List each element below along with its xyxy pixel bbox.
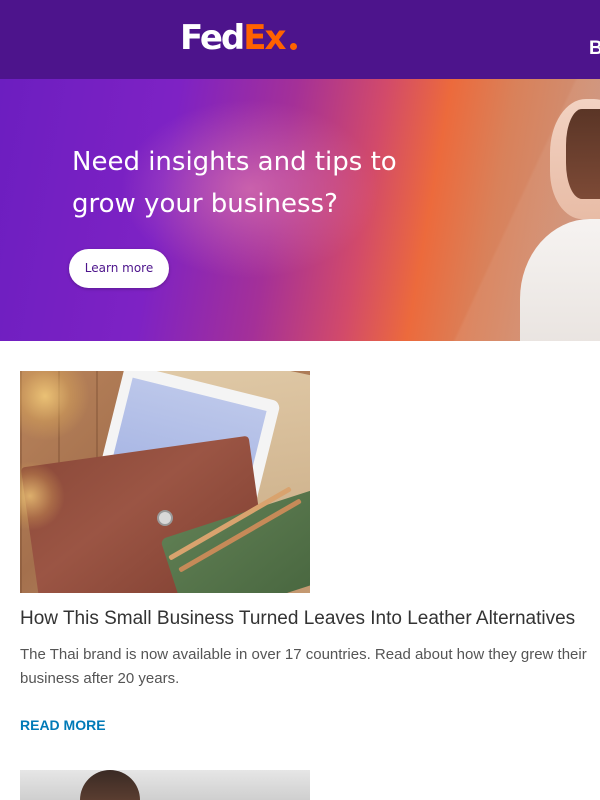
- hero-banner[interactable]: Need insights and tips to grow your busi…: [0, 79, 600, 341]
- article-description: The Thai brand is now available in over …: [20, 646, 587, 687]
- site-header: FedEx B: [0, 0, 600, 79]
- fedex-logo[interactable]: FedEx: [180, 18, 297, 58]
- article-title[interactable]: How This Small Business Turned Leaves In…: [20, 606, 600, 632]
- header-nav-link[interactable]: B: [589, 38, 600, 60]
- hero-person-image: [520, 79, 600, 341]
- read-more-link[interactable]: READ MORE: [20, 717, 106, 733]
- logo-ex-text: Ex: [243, 18, 286, 58]
- hero-headline: Need insights and tips to grow your busi…: [72, 147, 397, 219]
- learn-more-button[interactable]: Learn more: [69, 249, 169, 288]
- registered-mark-icon: [290, 43, 297, 50]
- logo-fed-text: Fed: [180, 18, 245, 58]
- article-image-leaf-leather[interactable]: [20, 371, 310, 593]
- article-image-next[interactable]: [20, 770, 310, 800]
